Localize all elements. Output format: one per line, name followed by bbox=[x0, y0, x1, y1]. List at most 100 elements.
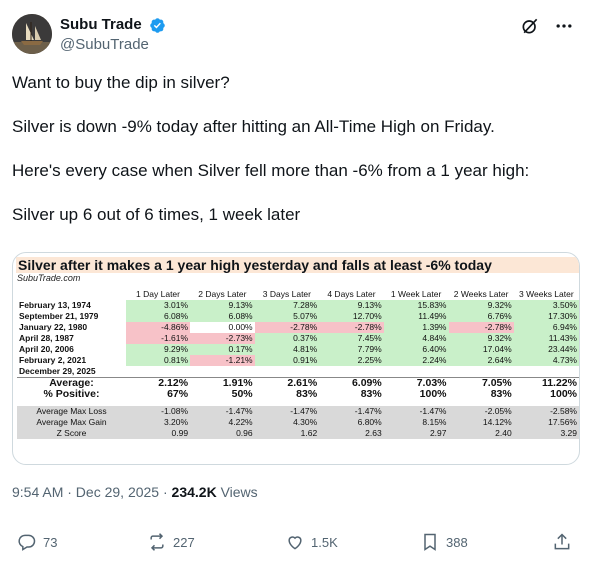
table-cell bbox=[383, 366, 449, 378]
stat-row: Z Score 0.99 0.96 1.62 2.63 2.97 2.40 3.29 bbox=[17, 428, 579, 439]
stat-label: Average Max Loss bbox=[17, 406, 126, 417]
verified-badge-icon bbox=[150, 17, 165, 33]
row-date: February 2, 2021 bbox=[19, 355, 87, 365]
bookmark-button[interactable]: 388 bbox=[420, 532, 468, 552]
table-cell: 0.37% bbox=[254, 333, 320, 344]
table-cell: 23.44% bbox=[513, 344, 579, 355]
stat-cell: 2.97 bbox=[383, 428, 449, 439]
repost-button[interactable]: 227 bbox=[147, 532, 195, 552]
positive-cell: 100% bbox=[383, 389, 449, 400]
media-image[interactable]: Silver after it makes a 1 year high yest… bbox=[12, 252, 580, 465]
column-header bbox=[17, 289, 126, 300]
table-cell bbox=[190, 366, 255, 378]
table-cell bbox=[254, 366, 320, 378]
row-date: September 21, 1979 bbox=[19, 311, 99, 321]
like-button[interactable]: 1.5K bbox=[285, 532, 338, 552]
ship-icon bbox=[12, 14, 52, 54]
positive-cell: 67% bbox=[125, 389, 191, 400]
table-cell: 2.64% bbox=[448, 355, 514, 366]
table-cell: 5.07% bbox=[254, 311, 320, 322]
table-source: SubuTrade.com bbox=[17, 273, 81, 283]
row-date: January 22, 1980 bbox=[19, 322, 88, 332]
stat-cell: 1.62 bbox=[254, 428, 320, 439]
column-header: 3 Days Later bbox=[262, 289, 311, 299]
positive-cell: 100% bbox=[513, 389, 579, 400]
stat-cell: 4.22% bbox=[190, 417, 255, 428]
more-options-icon[interactable] bbox=[554, 16, 574, 36]
tweet-line: Want to buy the dip in silver? bbox=[12, 73, 230, 92]
repost-icon bbox=[150, 533, 164, 551]
stat-cell: -1.08% bbox=[125, 406, 191, 417]
timestamp[interactable]: 9:54 AM · Dec 29, 2025 · bbox=[12, 484, 172, 500]
reply-count: 73 bbox=[43, 534, 58, 550]
row-date: April 20, 2006 bbox=[19, 344, 74, 354]
row-date: December 29, 2025 bbox=[19, 366, 96, 376]
positive-cell: 83% bbox=[319, 389, 384, 400]
row-date: February 13, 1974 bbox=[19, 300, 91, 310]
table-row: September 21, 1979 6.08% 6.08% 5.07% 12.70% 1… bbox=[17, 311, 579, 322]
stat-label: Average Max Gain bbox=[17, 417, 126, 428]
reply-icon bbox=[18, 534, 36, 551]
grok-icon[interactable] bbox=[520, 16, 540, 36]
table-cell: -2.78% bbox=[448, 322, 514, 333]
stat-cell: -1.47% bbox=[254, 406, 320, 417]
table-cell: -2.78% bbox=[254, 322, 320, 333]
column-header: 4 Days Later bbox=[327, 289, 376, 299]
stat-cell: 2.63 bbox=[319, 428, 384, 439]
table-cell bbox=[448, 366, 514, 378]
stat-cell: -2.58% bbox=[513, 406, 579, 417]
table-cell: 17.04% bbox=[448, 344, 514, 355]
stat-cell: -2.05% bbox=[448, 406, 514, 417]
stat-cell: 0.99 bbox=[125, 428, 191, 439]
stat-label: Z Score bbox=[17, 428, 126, 439]
table-cell: 6.76% bbox=[448, 311, 514, 322]
stat-cell: 3.29 bbox=[513, 428, 579, 439]
avatar[interactable] bbox=[12, 14, 52, 54]
table-cell: 9.29% bbox=[125, 344, 191, 355]
table-cell: 9.32% bbox=[448, 333, 514, 344]
action-bar: 73 227 1.5K 388 bbox=[12, 532, 582, 556]
reply-button[interactable]: 73 bbox=[17, 532, 57, 552]
stats-table: 1 Day Later 2 Days Later 3 Days Later 4 … bbox=[17, 289, 579, 439]
repost-count: 227 bbox=[173, 534, 195, 550]
table-cell: 6.40% bbox=[383, 344, 449, 355]
table-header-row: 1 Day Later 2 Days Later 3 Days Later 4 … bbox=[17, 289, 579, 300]
table-row: February 2, 2021 0.81% -1.21% 0.91% 2.25% 2.2… bbox=[17, 355, 579, 366]
table-cell: 4.81% bbox=[254, 344, 320, 355]
display-name[interactable]: Subu Trade bbox=[60, 16, 142, 34]
table-cell: 3.01% bbox=[125, 300, 191, 311]
heart-icon bbox=[288, 536, 302, 550]
table-cell: 4.84% bbox=[383, 333, 449, 344]
share-button[interactable] bbox=[552, 532, 572, 552]
table-row: April 20, 2006 9.29% 0.17% 4.81% 7.79% 6.40% 1… bbox=[17, 344, 579, 355]
table-cell: 15.83% bbox=[383, 300, 449, 311]
tweet-line: Here's every case when Silver fell more … bbox=[12, 161, 530, 180]
tweet-meta: 9:54 AM · Dec 29, 2025 · 234.2K Views bbox=[12, 484, 258, 500]
view-count: 234.2K bbox=[171, 484, 217, 500]
column-header: 3 Weeks Later bbox=[519, 289, 574, 299]
table-cell: 0.91% bbox=[254, 355, 320, 366]
table-cell: 4.73% bbox=[513, 355, 579, 366]
positive-row: % Positive: 67% 50% 83% 83% 100% 83% 100% bbox=[17, 389, 579, 400]
table-cell: 9.13% bbox=[319, 300, 384, 311]
table-cell bbox=[513, 366, 579, 378]
row-date: April 28, 1987 bbox=[19, 333, 74, 343]
tweet-line: Silver up 6 out of 6 times, 1 week later bbox=[12, 205, 301, 224]
user-handle[interactable]: @SubuTrade bbox=[60, 35, 166, 55]
table-cell: 1.39% bbox=[383, 322, 449, 333]
table-row: February 13, 1974 3.01% 9.13% 7.28% 9.13% 15.… bbox=[17, 300, 579, 311]
stat-cell: -1.47% bbox=[319, 406, 384, 417]
stat-cell: 2.40 bbox=[448, 428, 514, 439]
positive-cell: 83% bbox=[254, 389, 320, 400]
table-cell: 11.43% bbox=[513, 333, 579, 344]
table-cell: 9.13% bbox=[190, 300, 255, 311]
table-cell: -1.21% bbox=[190, 355, 255, 366]
column-header: 2 Weeks Later bbox=[453, 289, 509, 299]
tweet-text: Want to buy the dip in silver? Silver is… bbox=[12, 72, 582, 226]
stat-cell: 6.80% bbox=[319, 417, 384, 428]
table-cell: -2.73% bbox=[190, 333, 255, 344]
stat-cell: 4.30% bbox=[254, 417, 320, 428]
share-icon bbox=[554, 533, 570, 550]
stat-cell: 17.56% bbox=[513, 417, 579, 428]
bookmark-icon bbox=[424, 533, 436, 551]
